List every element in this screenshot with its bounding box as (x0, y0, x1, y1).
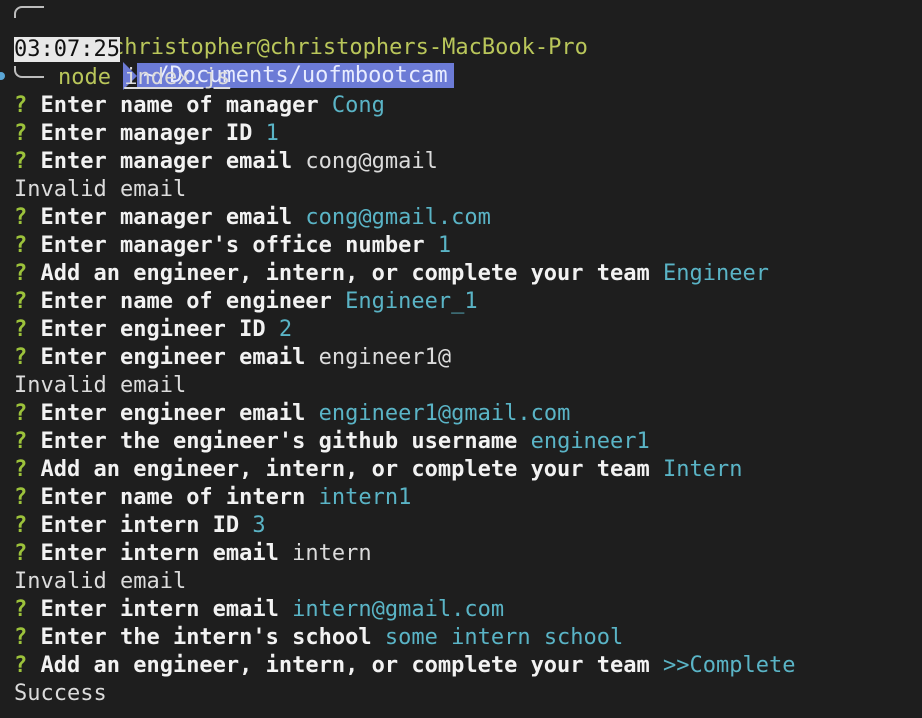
prompt-question-line: ? Enter name of intern intern1 (14, 484, 411, 512)
prompt-question-line: ? Enter intern ID 3 (14, 512, 266, 540)
question-mark-icon: ? (14, 289, 28, 314)
answer-text: some intern school (384, 625, 624, 650)
answer-text: intern (292, 541, 372, 566)
question-mark-icon: ? (14, 457, 28, 482)
answer-text: 1 (437, 233, 452, 258)
prompt-question-line: ? Add an engineer, intern, or complete y… (14, 456, 743, 484)
question-text: Enter name of engineer (27, 289, 346, 314)
question-text: Enter manager's office number (27, 233, 438, 258)
prompt-bracket-bottom (14, 66, 44, 78)
prompt-question-line: ? Enter manager email cong@gmail.com (14, 204, 491, 232)
question-mark-icon: ? (14, 205, 28, 230)
answer-text: >>Complete (663, 653, 796, 678)
question-mark-icon: ? (14, 345, 28, 370)
question-text: Add an engineer, intern, or complete you… (27, 653, 664, 678)
prompt-question-line: ? Enter name of engineer Engineer_1 (14, 288, 478, 316)
command-program: node (58, 65, 111, 90)
question-text: Enter engineer email (27, 345, 319, 370)
answer-text: intern@gmail.com (292, 597, 505, 622)
prompt-user-host: christopher@christophers-MacBook-Pro (110, 35, 588, 60)
question-mark-icon: ? (14, 401, 28, 426)
question-mark-icon: ? (14, 429, 28, 454)
prompt-time: 03:07:25 (14, 37, 120, 62)
question-mark-icon: ? (14, 625, 28, 650)
question-text: Enter intern email (27, 597, 293, 622)
question-text: Add an engineer, intern, or complete you… (27, 261, 664, 286)
prompt-bracket-top (14, 6, 44, 18)
prompt-line: christopher@christophers-MacBook-Pro ~/D… (58, 6, 588, 90)
question-text: Enter manager ID (27, 121, 266, 146)
output-message-text: Invalid email (14, 373, 187, 398)
output-message: Invalid email (14, 176, 186, 204)
output-message-text: Invalid email (14, 177, 187, 202)
question-mark-icon: ? (14, 485, 28, 510)
question-mark-icon: ? (14, 541, 28, 566)
answer-text: Engineer (663, 261, 769, 286)
question-mark-icon: ? (14, 513, 28, 538)
prompt-question-line: ? Add an engineer, intern, or complete y… (14, 652, 795, 680)
question-mark-icon: ? (14, 233, 28, 258)
question-text: Enter manager email (27, 149, 306, 174)
question-text: Enter name of intern (27, 485, 319, 510)
question-text: Add an engineer, intern, or complete you… (27, 457, 664, 482)
question-text: Enter engineer ID (27, 317, 279, 342)
terminal-window[interactable]: christopher@christophers-MacBook-Pro ~/D… (0, 0, 922, 718)
prompt-question-line: ? Enter engineer email engineer1@gmail.c… (14, 400, 570, 428)
question-mark-icon: ? (14, 597, 28, 622)
question-mark-icon: ? (14, 149, 28, 174)
question-text: Enter name of manager (27, 93, 332, 118)
command-argument: index.js (124, 65, 231, 90)
answer-text: Cong (331, 93, 385, 118)
question-mark-icon: ? (14, 261, 28, 286)
question-text: Enter intern ID (27, 513, 253, 538)
prompt-question-line: ? Enter the engineer's github username e… (14, 428, 650, 456)
prompt-question-line: ? Enter intern email intern@gmail.com (14, 596, 504, 624)
answer-text: cong@gmail (305, 149, 438, 174)
prompt-question-line: ? Add an engineer, intern, or complete y… (14, 260, 769, 288)
prompt-marker-dot (0, 72, 5, 80)
prompt-question-line: ? Enter the intern's school some intern … (14, 624, 623, 652)
question-mark-icon: ? (14, 93, 28, 118)
answer-text: engineer1@gmail.com (318, 401, 571, 426)
output-message: Success (14, 680, 107, 708)
question-text: Enter intern email (27, 541, 293, 566)
question-text: Enter the engineer's github username (27, 429, 531, 454)
question-text: Enter engineer email (27, 401, 319, 426)
prompt-question-line: ? Enter engineer email engineer1@ (14, 344, 451, 372)
answer-text: 3 (252, 513, 266, 538)
prompt-time-line: 03:07:25 (14, 36, 120, 64)
answer-text: 1 (265, 121, 279, 146)
prompt-question-line: ? Enter name of manager Cong (14, 92, 385, 120)
question-text: Enter manager email (27, 205, 306, 230)
command-line: node index.js (58, 64, 230, 92)
prompt-question-line: ? Enter intern email intern (14, 540, 372, 568)
prompt-question-line: ? Enter manager's office number 1 (14, 232, 451, 260)
output-message: Invalid email (14, 372, 186, 400)
answer-text: engineer1@ (318, 345, 452, 370)
answer-text: Intern (663, 457, 743, 482)
question-mark-icon: ? (14, 121, 28, 146)
output-message-text: Invalid email (14, 569, 187, 594)
question-mark-icon: ? (14, 317, 28, 342)
prompt-question-line: ? Enter engineer ID 2 (14, 316, 292, 344)
output-message: Invalid email (14, 568, 186, 596)
output-message-text: Success (14, 681, 107, 706)
prompt-question-line: ? Enter manager email cong@gmail (14, 148, 438, 176)
answer-text: cong@gmail.com (305, 205, 491, 230)
prompt-question-line: ? Enter manager ID 1 (14, 120, 279, 148)
question-mark-icon: ? (14, 653, 28, 678)
answer-text: intern1 (318, 485, 412, 510)
answer-text: Engineer_1 (345, 289, 478, 314)
answer-text: 2 (278, 317, 293, 342)
question-text: Enter the intern's school (27, 625, 385, 650)
answer-text: engineer1 (530, 429, 650, 454)
